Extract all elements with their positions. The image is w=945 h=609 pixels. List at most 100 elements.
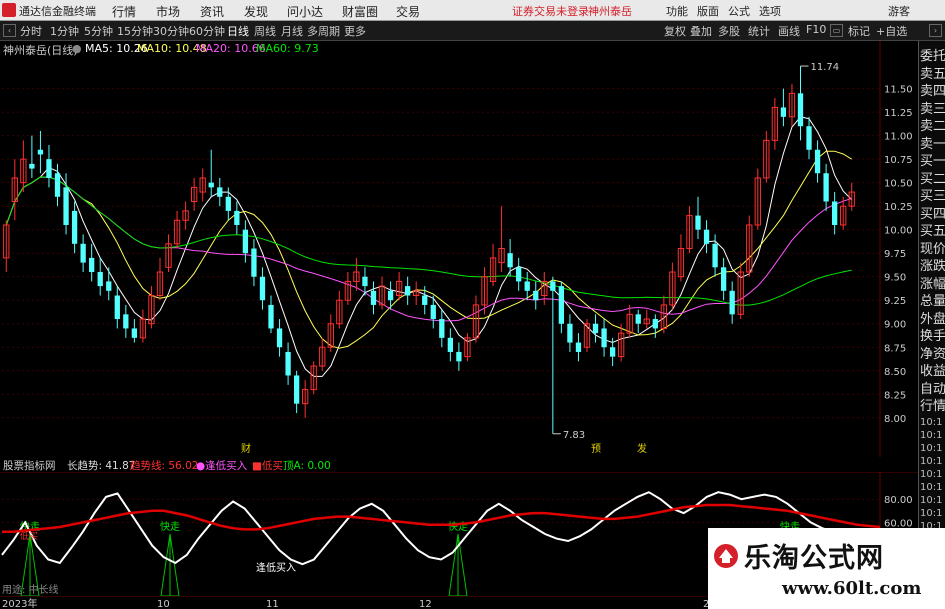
price-tick-label: 9.25 xyxy=(884,296,906,307)
side-panel-item[interactable]: 行情 xyxy=(920,395,945,414)
side-panel-item[interactable]: 总量 xyxy=(920,290,945,309)
candle-body xyxy=(797,93,804,127)
tab-intraday[interactable]: 分时 xyxy=(20,23,42,39)
price-tick-label: 10.25 xyxy=(884,202,913,213)
candle-body xyxy=(259,276,266,301)
side-panel-item[interactable]: 卖二 xyxy=(920,115,945,134)
multi-stock-button[interactable]: 多股 xyxy=(718,23,740,39)
period-toolbar: ‹ 分时 1分钟 5分钟 15分钟 30分钟 60分钟 日线 周线 月线 多周期… xyxy=(0,21,945,41)
side-panel-time: 10:1 xyxy=(920,469,943,480)
tab-monthly[interactable]: 月线 xyxy=(281,23,303,39)
menu-item-options[interactable]: 选项 xyxy=(759,3,781,19)
signal-spike-2-label: 快走 xyxy=(160,521,180,533)
usage-note: 用途: 中长线 xyxy=(2,585,59,596)
side-panel-item[interactable]: 买三 xyxy=(920,185,945,204)
tab-more[interactable]: 更多 xyxy=(344,23,366,39)
side-panel-item[interactable]: 买一 xyxy=(920,150,945,169)
price-grid xyxy=(2,41,881,457)
menu-item-exchange-market[interactable]: 市场 xyxy=(156,3,180,20)
candle-body xyxy=(524,281,530,291)
lock-icon[interactable]: ▭ xyxy=(830,24,843,37)
side-panel-item[interactable]: 卖一 xyxy=(920,133,945,152)
menu-item-wealth-circle[interactable]: 财富圈 xyxy=(342,3,378,20)
candle-body xyxy=(268,304,274,329)
min-price-label: 7.83 xyxy=(563,430,585,441)
side-panel-item[interactable]: 卖三 xyxy=(920,98,945,117)
prev-button[interactable]: ‹ xyxy=(3,24,16,37)
price-tick-label: 9.75 xyxy=(884,249,906,260)
side-panel-item[interactable]: 净资 xyxy=(920,343,945,362)
adjust-button[interactable]: 复权 xyxy=(664,23,686,39)
candle-body xyxy=(123,314,129,329)
side-panel-item[interactable]: 换手 xyxy=(920,325,945,344)
tab-multi-period[interactable]: 多周期 xyxy=(307,23,340,39)
menu-item-market[interactable]: 行情 xyxy=(112,3,136,20)
side-panel-item[interactable]: 卖五 xyxy=(920,63,945,82)
candle-body xyxy=(54,173,61,197)
tab-15min[interactable]: 15分钟 xyxy=(117,23,153,39)
low-buy-text: 低买 xyxy=(20,530,38,542)
draw-line-button[interactable]: 画线 xyxy=(778,23,800,39)
f10-button[interactable]: F10 xyxy=(806,23,826,36)
side-panel-item[interactable]: 买四 xyxy=(920,203,945,222)
stats-button[interactable]: 统计 xyxy=(748,23,770,39)
menu-item-discover[interactable]: 发现 xyxy=(244,3,268,20)
tab-60min[interactable]: 60分钟 xyxy=(189,23,225,39)
add-watchlist-button[interactable]: +自选 xyxy=(876,23,907,39)
candle-body xyxy=(601,328,607,348)
trend-line-value: 趋势线: 56.02 xyxy=(130,460,199,472)
candle-body xyxy=(46,159,52,178)
candle-body xyxy=(516,267,522,282)
candle-body xyxy=(609,347,616,357)
side-panel-item[interactable]: 买二 xyxy=(920,168,945,187)
menu-item-formula[interactable]: 公式 xyxy=(728,3,750,19)
tab-1min[interactable]: 1分钟 xyxy=(50,23,79,39)
app-logo-icon xyxy=(2,3,16,17)
candle-body xyxy=(652,319,658,329)
overlay-button[interactable]: 叠加 xyxy=(690,23,712,39)
watermark-url: www.60lt.com xyxy=(782,578,922,599)
menu-item-news[interactable]: 资讯 xyxy=(200,3,224,20)
candle-body xyxy=(217,187,223,197)
stock-link[interactable]: 神州泰岳 xyxy=(588,3,632,19)
top-a-value: 顶A: 0.00 xyxy=(283,460,331,472)
side-panel-item[interactable]: 收益 xyxy=(920,360,945,379)
side-panel-item[interactable]: 自动 xyxy=(920,378,945,397)
menu-item-ask-xiaoda[interactable]: 问小达 xyxy=(287,3,323,20)
candle-body xyxy=(276,328,283,348)
side-panel-item[interactable]: 现价 xyxy=(920,238,945,257)
tab-weekly[interactable]: 周线 xyxy=(254,23,276,39)
next-button[interactable]: › xyxy=(929,24,942,37)
candle-body xyxy=(242,229,249,254)
candle-body xyxy=(712,243,718,268)
candle-body xyxy=(558,286,565,324)
quote-side-panel: 委托 卖五 卖四 卖三 卖二 卖一 买一 买二 买三 买四 买五 现价 涨跌 涨幅 总量 外盘 换手 净资 收益 自动… xyxy=(918,41,945,609)
mark-button[interactable]: 标记 xyxy=(848,23,870,39)
bottom-buy-text: 逢低买入 xyxy=(256,561,296,574)
indicator-name[interactable]: 股票指标网 xyxy=(3,458,56,473)
tab-daily[interactable]: 日线 xyxy=(227,23,249,39)
candle-body xyxy=(720,267,727,291)
menu-item-trade[interactable]: 交易 xyxy=(396,3,420,20)
side-panel-item[interactable]: 卖四 xyxy=(920,80,945,99)
side-panel-time: 10:1 xyxy=(920,495,943,506)
side-panel-item[interactable]: 涨跌 xyxy=(920,255,945,274)
menu-item-layout[interactable]: 版面 xyxy=(697,3,719,19)
candle-body xyxy=(567,323,573,343)
guest-label[interactable]: 游客 xyxy=(888,3,910,19)
tab-5min[interactable]: 5分钟 xyxy=(84,23,113,39)
side-panel-item[interactable]: 委托 xyxy=(920,45,945,64)
event-markers: 财 预 发 xyxy=(241,442,647,455)
candle-body xyxy=(592,323,599,334)
candle-body xyxy=(823,173,829,202)
side-panel-item[interactable]: 外盘 xyxy=(920,308,945,327)
side-panel-item[interactable]: 涨幅 xyxy=(920,273,945,292)
price-chart[interactable]: 11.50 11.25 11.00 10.75 10.50 10.25 10.00 9.75 9… xyxy=(0,41,918,457)
candle-body xyxy=(97,272,103,287)
menu-item-function[interactable]: 功能 xyxy=(666,3,688,19)
date-label-dec: 12 xyxy=(419,599,432,609)
candle-body xyxy=(550,281,556,291)
tab-30min[interactable]: 30分钟 xyxy=(153,23,189,39)
side-panel-item[interactable]: 买五 xyxy=(920,220,945,239)
login-notice[interactable]: 证券交易未登录 xyxy=(512,3,589,19)
